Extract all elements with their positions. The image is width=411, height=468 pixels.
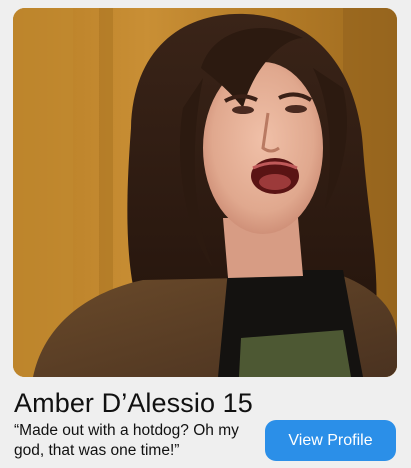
profile-card: Amber D’Alessio 15 “Made out with a hotd…: [0, 0, 411, 468]
view-profile-button[interactable]: View Profile: [265, 420, 396, 461]
profile-photo[interactable]: [13, 8, 397, 377]
profile-quote: “Made out with a hotdog? Oh my god, that…: [14, 422, 239, 459]
profile-name: Amber D’Alessio 15: [14, 388, 253, 418]
